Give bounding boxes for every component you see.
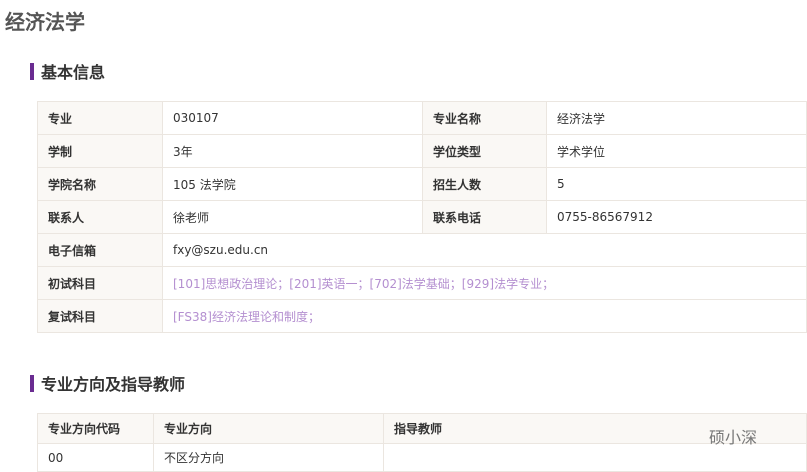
cell-value: 030107 <box>162 101 423 135</box>
directions-table: 专业方向代码 专业方向 指导教师 00 不区分方向 <box>37 413 807 472</box>
table-row: 学院名称 105 法学院 招生人数 5 <box>37 167 807 201</box>
section-marker <box>30 62 34 80</box>
cell-label: 联系人 <box>37 200 163 234</box>
cell-value: 00 <box>37 443 154 472</box>
page-title: 经济法学 <box>5 10 85 34</box>
basic-info-table: 专业 030107 专业名称 经济法学 学制 3年 学位类型 学术学位 学院名称 105 法学… <box>37 101 807 333</box>
cell-value: 5 <box>546 167 807 201</box>
retest-subjects-link[interactable]: [FS38]经济法理论和制度； <box>162 299 807 333</box>
cell-label: 专业名称 <box>422 101 547 135</box>
cell-value: 105 法学院 <box>162 167 423 201</box>
cell-label: 学制 <box>37 134 163 168</box>
table-row: 00 不区分方向 <box>37 443 807 472</box>
cell-label: 初试科目 <box>37 266 163 300</box>
watermark: 硕小深 <box>709 428 758 447</box>
table-row: 专业 030107 专业名称 经济法学 <box>37 101 807 135</box>
cell-label: 招生人数 <box>422 167 547 201</box>
cell-value: 学术学位 <box>546 134 807 168</box>
column-header: 专业方向 <box>153 413 384 444</box>
cell-value: 3年 <box>162 134 423 168</box>
initial-subjects-link[interactable]: [101]思想政治理论；[201]英语一；[702]法学基础；[929]法学专业… <box>162 266 807 300</box>
cell-label: 电子信箱 <box>37 233 163 267</box>
column-header: 专业方向代码 <box>37 413 154 444</box>
section-title: 基本信息 <box>41 63 106 82</box>
cell-label: 学位类型 <box>422 134 547 168</box>
cell-label: 学院名称 <box>37 167 163 201</box>
table-row: 复试科目 [FS38]经济法理论和制度； <box>37 299 807 333</box>
cell-value: 不区分方向 <box>153 443 384 472</box>
cell-label: 专业 <box>37 101 163 135</box>
cell-label: 联系电话 <box>422 200 547 234</box>
section-basic-info: 基本信息 <box>30 59 105 83</box>
cell-value: 0755-86567912 <box>546 200 807 234</box>
cell-value: 经济法学 <box>546 101 807 135</box>
section-directions: 专业方向及指导教师 <box>30 371 185 395</box>
table-row: 学制 3年 学位类型 学术学位 <box>37 134 807 168</box>
section-title: 专业方向及指导教师 <box>41 375 186 394</box>
table-header-row: 专业方向代码 专业方向 指导教师 <box>37 413 807 444</box>
cell-value: 徐老师 <box>162 200 423 234</box>
table-row: 联系人 徐老师 联系电话 0755-86567912 <box>37 200 807 234</box>
table-row: 初试科目 [101]思想政治理论；[201]英语一；[702]法学基础；[929]… <box>37 266 807 300</box>
email-value: fxy@szu.edu.cn <box>162 233 807 267</box>
cell-label: 复试科目 <box>37 299 163 333</box>
table-row: 电子信箱 fxy@szu.edu.cn <box>37 233 807 267</box>
section-marker <box>30 374 34 392</box>
